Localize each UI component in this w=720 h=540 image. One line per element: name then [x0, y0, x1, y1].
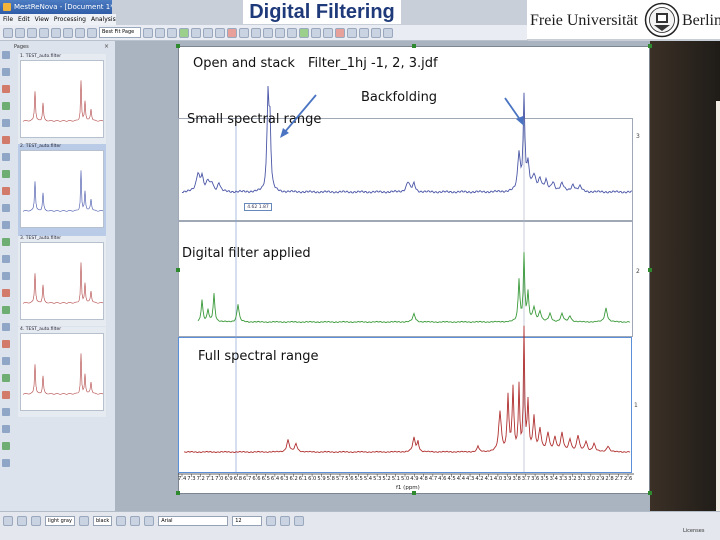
- arrow-style-icon[interactable]: [144, 516, 155, 526]
- underline-icon[interactable]: [294, 516, 305, 526]
- line-tool-icon[interactable]: [17, 516, 27, 526]
- bold-icon[interactable]: [266, 516, 277, 526]
- line-style-icon[interactable]: [130, 516, 141, 526]
- arrow-head-icon: [516, 116, 524, 126]
- arrow-tool-icon[interactable]: [3, 516, 13, 526]
- line-width-icon[interactable]: [116, 516, 127, 526]
- pen-tool-icon[interactable]: [78, 516, 89, 526]
- annotation-arrows: [280, 94, 524, 138]
- format-toolbar: light gray black Arial 12: [3, 516, 305, 526]
- licenses-label: Licenses: [683, 528, 705, 534]
- fill-tool-icon[interactable]: [31, 516, 41, 526]
- arrow-small-range: [283, 94, 317, 134]
- screenshot: MestReNova - [Document 1*] File Edit Vie…: [0, 0, 720, 540]
- line-color-select[interactable]: black: [92, 516, 113, 526]
- font-select[interactable]: Arial: [158, 516, 229, 526]
- status-bar: light gray black Arial 12 Licenses: [0, 511, 720, 540]
- italic-icon[interactable]: [280, 516, 291, 526]
- arrow-backfolding: [504, 97, 522, 122]
- font-size-select[interactable]: 12: [232, 516, 263, 526]
- fill-color-select[interactable]: light gray: [45, 516, 75, 526]
